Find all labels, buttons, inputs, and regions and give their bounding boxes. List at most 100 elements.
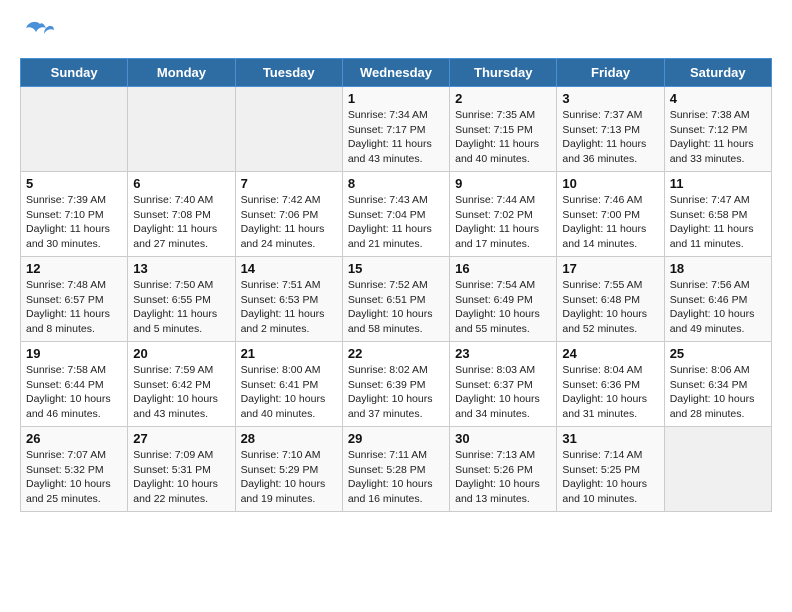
calendar-cell: 14 Sunrise: 7:51 AM Sunset: 6:53 PM Dayli… (235, 257, 342, 342)
calendar-cell: 11 Sunrise: 7:47 AM Sunset: 6:58 PM Dayli… (664, 172, 771, 257)
calendar-cell: 20 Sunrise: 7:59 AM Sunset: 6:42 PM Dayli… (128, 342, 235, 427)
calendar-cell: 4 Sunrise: 7:38 AM Sunset: 7:12 PM Daylig… (664, 87, 771, 172)
weekday-header-saturday: Saturday (664, 59, 771, 87)
day-number: 14 (241, 261, 337, 276)
weekday-header-thursday: Thursday (450, 59, 557, 87)
weekday-header-wednesday: Wednesday (342, 59, 449, 87)
day-info: Sunrise: 7:58 AM Sunset: 6:44 PM Dayligh… (26, 363, 122, 422)
calendar-cell: 23Sunrise: 8:03 AM Sunset: 6:37 PM Dayli… (450, 342, 557, 427)
weekday-header-sunday: Sunday (21, 59, 128, 87)
calendar-body: 1 Sunrise: 7:34 AM Sunset: 7:17 PM Daylig… (21, 87, 772, 512)
calendar-cell: 27Sunrise: 7:09 AM Sunset: 5:31 PM Dayli… (128, 427, 235, 512)
calendar-cell: 8Sunrise: 7:43 AM Sunset: 7:04 PM Daylig… (342, 172, 449, 257)
week-row-2: 5 Sunrise: 7:39 AM Sunset: 7:10 PM Daylig… (21, 172, 772, 257)
day-info: Sunrise: 7:09 AM Sunset: 5:31 PM Dayligh… (133, 448, 229, 507)
calendar-cell: 19 Sunrise: 7:58 AM Sunset: 6:44 PM Dayli… (21, 342, 128, 427)
calendar-cell: 5 Sunrise: 7:39 AM Sunset: 7:10 PM Daylig… (21, 172, 128, 257)
week-row-3: 12 Sunrise: 7:48 AM Sunset: 6:57 PM Dayli… (21, 257, 772, 342)
calendar-cell: 17Sunrise: 7:55 AM Sunset: 6:48 PM Dayli… (557, 257, 664, 342)
calendar-cell: 31Sunrise: 7:14 AM Sunset: 5:25 PM Dayli… (557, 427, 664, 512)
calendar-cell (664, 427, 771, 512)
day-number: 13 (133, 261, 229, 276)
day-number: 4 (670, 91, 766, 106)
day-info: Sunrise: 8:02 AM Sunset: 6:39 PM Dayligh… (348, 363, 444, 422)
calendar-cell: 30 Sunrise: 7:13 AM Sunset: 5:26 PM Dayli… (450, 427, 557, 512)
day-info: Sunrise: 8:04 AM Sunset: 6:36 PM Dayligh… (562, 363, 658, 422)
calendar-table: SundayMondayTuesdayWednesdayThursdayFrid… (20, 58, 772, 512)
day-info: Sunrise: 7:59 AM Sunset: 6:42 PM Dayligh… (133, 363, 229, 422)
day-info: Sunrise: 8:06 AM Sunset: 6:34 PM Dayligh… (670, 363, 766, 422)
day-info: Sunrise: 7:50 AM Sunset: 6:55 PM Dayligh… (133, 278, 229, 337)
weekday-row: SundayMondayTuesdayWednesdayThursdayFrid… (21, 59, 772, 87)
day-number: 9 (455, 176, 551, 191)
day-number: 2 (455, 91, 551, 106)
day-number: 11 (670, 176, 766, 191)
day-info: Sunrise: 7:38 AM Sunset: 7:12 PM Dayligh… (670, 108, 766, 167)
calendar-cell: 9 Sunrise: 7:44 AM Sunset: 7:02 PM Daylig… (450, 172, 557, 257)
day-number: 23 (455, 346, 551, 361)
day-number: 6 (133, 176, 229, 191)
calendar-cell: 3 Sunrise: 7:37 AM Sunset: 7:13 PM Daylig… (557, 87, 664, 172)
calendar-cell: 13 Sunrise: 7:50 AM Sunset: 6:55 PM Dayli… (128, 257, 235, 342)
calendar-cell (21, 87, 128, 172)
day-info: Sunrise: 7:56 AM Sunset: 6:46 PM Dayligh… (670, 278, 766, 337)
day-info: Sunrise: 7:46 AM Sunset: 7:00 PM Dayligh… (562, 193, 658, 252)
day-number: 10 (562, 176, 658, 191)
calendar-cell: 21Sunrise: 8:00 AM Sunset: 6:41 PM Dayli… (235, 342, 342, 427)
day-number: 22 (348, 346, 444, 361)
day-info: Sunrise: 7:40 AM Sunset: 7:08 PM Dayligh… (133, 193, 229, 252)
day-info: Sunrise: 7:42 AM Sunset: 7:06 PM Dayligh… (241, 193, 337, 252)
day-info: Sunrise: 7:43 AM Sunset: 7:04 PM Dayligh… (348, 193, 444, 252)
day-number: 18 (670, 261, 766, 276)
calendar-cell: 26Sunrise: 7:07 AM Sunset: 5:32 PM Dayli… (21, 427, 128, 512)
day-info: Sunrise: 7:10 AM Sunset: 5:29 PM Dayligh… (241, 448, 337, 507)
day-info: Sunrise: 7:37 AM Sunset: 7:13 PM Dayligh… (562, 108, 658, 167)
day-number: 25 (670, 346, 766, 361)
calendar-cell: 6 Sunrise: 7:40 AM Sunset: 7:08 PM Daylig… (128, 172, 235, 257)
calendar-cell: 28 Sunrise: 7:10 AM Sunset: 5:29 PM Dayli… (235, 427, 342, 512)
day-number: 5 (26, 176, 122, 191)
day-info: Sunrise: 7:34 AM Sunset: 7:17 PM Dayligh… (348, 108, 444, 167)
day-number: 20 (133, 346, 229, 361)
day-number: 29 (348, 431, 444, 446)
calendar-cell (235, 87, 342, 172)
logo (20, 20, 54, 48)
page-header (20, 20, 772, 48)
week-row-5: 26Sunrise: 7:07 AM Sunset: 5:32 PM Dayli… (21, 427, 772, 512)
logo-bird-icon (26, 20, 54, 48)
week-row-1: 1 Sunrise: 7:34 AM Sunset: 7:17 PM Daylig… (21, 87, 772, 172)
calendar-cell: 12 Sunrise: 7:48 AM Sunset: 6:57 PM Dayli… (21, 257, 128, 342)
calendar-cell: 15Sunrise: 7:52 AM Sunset: 6:51 PM Dayli… (342, 257, 449, 342)
day-number: 1 (348, 91, 444, 106)
day-info: Sunrise: 7:51 AM Sunset: 6:53 PM Dayligh… (241, 278, 337, 337)
day-number: 12 (26, 261, 122, 276)
day-info: Sunrise: 7:13 AM Sunset: 5:26 PM Dayligh… (455, 448, 551, 507)
day-number: 26 (26, 431, 122, 446)
day-info: Sunrise: 7:11 AM Sunset: 5:28 PM Dayligh… (348, 448, 444, 507)
day-number: 28 (241, 431, 337, 446)
calendar-cell: 22 Sunrise: 8:02 AM Sunset: 6:39 PM Dayli… (342, 342, 449, 427)
day-info: Sunrise: 7:35 AM Sunset: 7:15 PM Dayligh… (455, 108, 551, 167)
day-info: Sunrise: 7:54 AM Sunset: 6:49 PM Dayligh… (455, 278, 551, 337)
calendar-cell: 7 Sunrise: 7:42 AM Sunset: 7:06 PM Daylig… (235, 172, 342, 257)
day-number: 7 (241, 176, 337, 191)
calendar-cell (128, 87, 235, 172)
weekday-header-tuesday: Tuesday (235, 59, 342, 87)
day-info: Sunrise: 7:44 AM Sunset: 7:02 PM Dayligh… (455, 193, 551, 252)
day-info: Sunrise: 7:14 AM Sunset: 5:25 PM Dayligh… (562, 448, 658, 507)
calendar-cell: 18 Sunrise: 7:56 AM Sunset: 6:46 PM Dayli… (664, 257, 771, 342)
calendar-header: SundayMondayTuesdayWednesdayThursdayFrid… (21, 59, 772, 87)
day-number: 19 (26, 346, 122, 361)
day-info: Sunrise: 7:39 AM Sunset: 7:10 PM Dayligh… (26, 193, 122, 252)
day-info: Sunrise: 7:48 AM Sunset: 6:57 PM Dayligh… (26, 278, 122, 337)
day-number: 15 (348, 261, 444, 276)
day-info: Sunrise: 8:00 AM Sunset: 6:41 PM Dayligh… (241, 363, 337, 422)
day-number: 3 (562, 91, 658, 106)
day-number: 24 (562, 346, 658, 361)
day-info: Sunrise: 7:47 AM Sunset: 6:58 PM Dayligh… (670, 193, 766, 252)
day-number: 16 (455, 261, 551, 276)
day-number: 17 (562, 261, 658, 276)
calendar-cell: 25 Sunrise: 8:06 AM Sunset: 6:34 PM Dayli… (664, 342, 771, 427)
day-number: 30 (455, 431, 551, 446)
weekday-header-friday: Friday (557, 59, 664, 87)
